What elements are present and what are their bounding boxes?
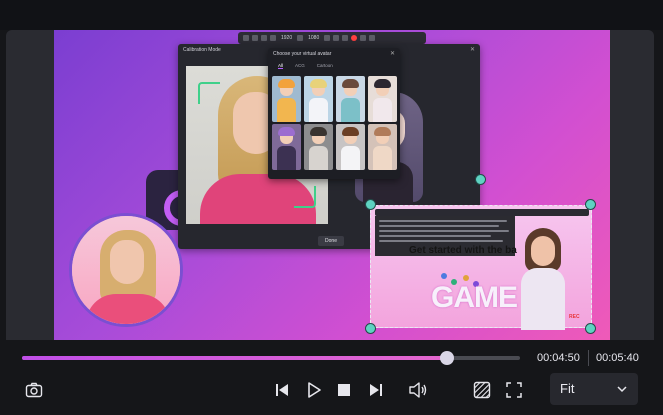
lock-ratio-icon[interactable] — [297, 35, 304, 41]
timeline-progress — [22, 356, 447, 360]
stop-icon[interactable] — [330, 376, 358, 404]
resize-handle-bottom-left[interactable] — [365, 323, 376, 334]
layout-icon[interactable] — [243, 35, 249, 41]
avatar-option[interactable] — [272, 76, 301, 122]
volume-icon[interactable] — [404, 376, 432, 404]
resize-handle-bottom-right[interactable] — [585, 323, 596, 334]
width-value[interactable]: 1920 — [279, 35, 294, 41]
avatar-option[interactable] — [304, 76, 333, 122]
crop-hatch-icon[interactable] — [468, 376, 496, 404]
screen-recording-overlay[interactable]: Get started with the ba GAME REC — [370, 205, 592, 330]
chevron-down-icon — [617, 386, 627, 393]
avatar-option[interactable] — [336, 76, 365, 122]
avatar-tabs: All ACG Cartoon — [278, 63, 333, 69]
recording-toolbar: 1920 1080 — [238, 32, 426, 44]
avatar-option[interactable] — [336, 124, 365, 170]
next-frame-icon[interactable] — [362, 376, 390, 404]
close-icon[interactable]: ✕ — [470, 46, 475, 53]
inner-caption: Get started with the ba — [409, 245, 517, 256]
face-bracket-bottom-right — [294, 186, 316, 208]
game-logo-text: GAME — [431, 281, 518, 314]
tab-acg[interactable]: ACG — [295, 63, 305, 69]
avatar-option[interactable] — [368, 124, 397, 170]
snapshot-camera-icon[interactable] — [20, 376, 48, 404]
timeline: 00:04:50 00:05:40 — [0, 340, 663, 370]
region-icon[interactable] — [252, 35, 258, 41]
avatar-chooser: Choose your virtual avatar ✕ All ACG Car… — [268, 48, 400, 179]
webcam-icon[interactable] — [324, 35, 331, 41]
avatar-grid — [272, 76, 397, 170]
video-frame[interactable]: 1920 1080 Calibration Mode ✕ Done Choose… — [54, 30, 610, 340]
time-divider — [588, 350, 589, 366]
record-button[interactable] — [351, 35, 358, 41]
height-value[interactable]: 1080 — [306, 35, 321, 41]
fit-dropdown[interactable]: Fit — [550, 373, 638, 405]
resize-handle-top-middle[interactable] — [475, 174, 486, 185]
video-player-app: 1920 1080 Calibration Mode ✕ Done Choose… — [0, 0, 663, 415]
preview-stage: 1920 1080 Calibration Mode ✕ Done Choose… — [6, 30, 654, 340]
3d-avatar — [513, 228, 573, 330]
minimize-icon[interactable] — [360, 35, 367, 41]
fullscreen-region-icon[interactable] — [261, 35, 267, 41]
timeline-scrubber[interactable] — [440, 351, 454, 365]
total-time: 00:05:40 — [596, 352, 639, 364]
resize-handle-top-right[interactable] — [585, 199, 596, 210]
resize-handle-top-left[interactable] — [365, 199, 376, 210]
avatar-option[interactable] — [368, 76, 397, 122]
microphone-icon[interactable] — [342, 35, 349, 41]
close-icon[interactable] — [369, 35, 376, 41]
fit-dropdown-value: Fit — [560, 381, 575, 396]
avatar-option[interactable] — [304, 124, 333, 170]
face-bracket-top-left — [198, 82, 220, 104]
calibration-title: Calibration Mode — [183, 47, 221, 53]
avatar-option[interactable] — [272, 124, 301, 170]
webcam-overlay[interactable] — [69, 213, 183, 327]
rec-badge: REC — [569, 314, 580, 320]
grid-icon[interactable] — [270, 35, 276, 41]
avatar-chooser-title: Choose your virtual avatar — [273, 51, 332, 57]
play-icon[interactable] — [300, 376, 328, 404]
done-button[interactable]: Done — [318, 236, 344, 246]
tab-all[interactable]: All — [278, 63, 284, 69]
current-time: 00:04:50 — [537, 352, 580, 364]
fullscreen-icon[interactable] — [500, 376, 528, 404]
playback-controls: Fit — [0, 370, 663, 415]
title-bar — [0, 0, 663, 30]
previous-frame-icon[interactable] — [268, 376, 296, 404]
tab-cartoon[interactable]: Cartoon — [317, 63, 333, 69]
close-icon[interactable]: ✕ — [390, 50, 395, 57]
speaker-icon[interactable] — [333, 35, 340, 41]
inner-toolbar — [375, 209, 589, 216]
